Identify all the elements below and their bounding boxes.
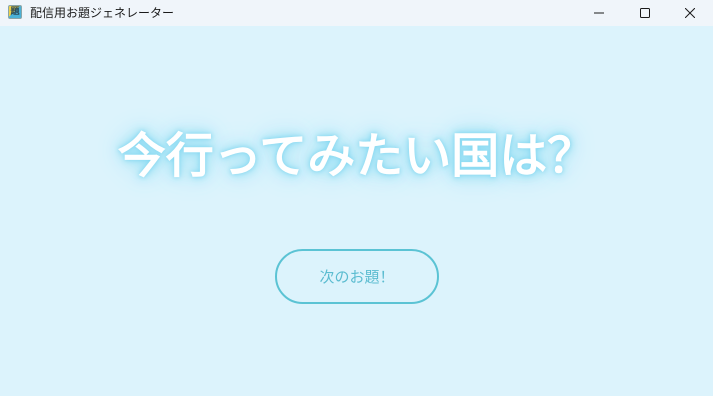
next-topic-button[interactable]: 次のお題！ (275, 249, 439, 304)
app-window: 題 配信用お題ジェネレーター 今行ってみたい国は？ 次のお題！ (0, 0, 713, 396)
question-text: 今行ってみたい国は？ (117, 128, 596, 184)
minimize-icon (594, 12, 604, 14)
minimize-button[interactable] (576, 0, 622, 26)
close-button[interactable] (667, 0, 713, 26)
app-icon: 題 (8, 5, 22, 19)
maximize-icon (640, 8, 650, 18)
close-icon (685, 8, 695, 18)
maximize-button[interactable] (622, 0, 668, 26)
main-content: 今行ってみたい国は？ 次のお題！ (0, 26, 713, 396)
title-bar[interactable]: 題 配信用お題ジェネレーター (0, 0, 713, 26)
window-title: 配信用お題ジェネレーター (30, 6, 175, 20)
